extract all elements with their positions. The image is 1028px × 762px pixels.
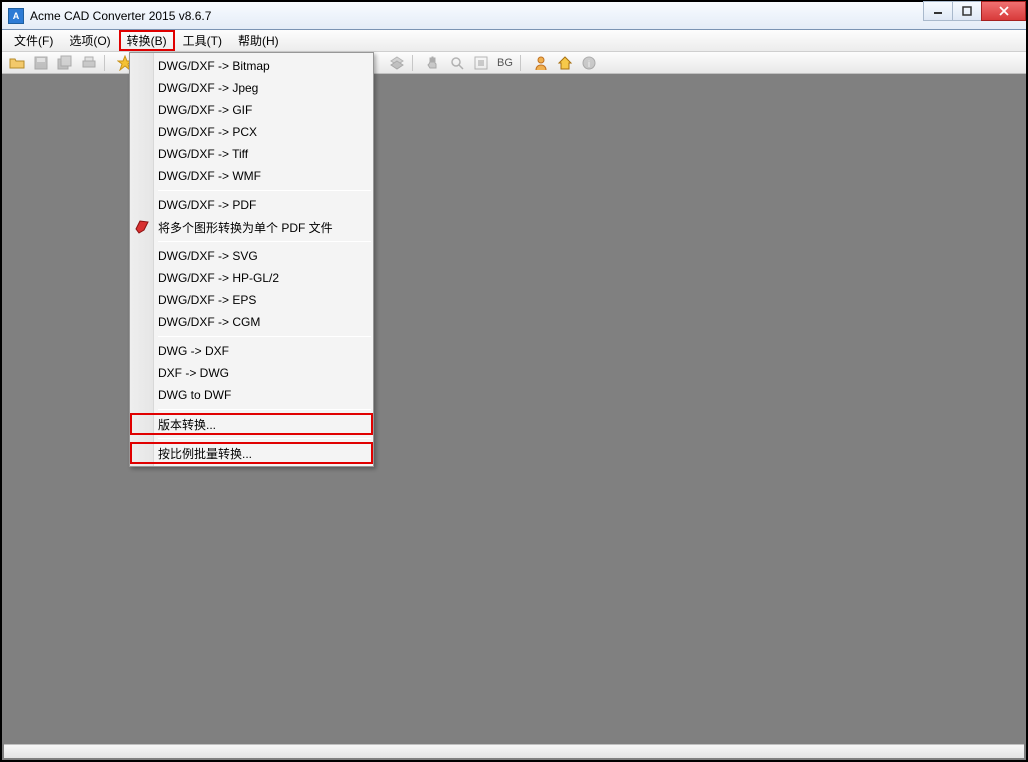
dd-label: DWG/DXF -> CGM xyxy=(158,315,260,329)
app-icon: A xyxy=(8,8,24,24)
dropdown-separator xyxy=(158,438,371,439)
menu-multi-to-single-pdf[interactable]: 将多个图形转换为单个 PDF 文件 xyxy=(130,216,373,238)
info-icon[interactable]: i xyxy=(578,53,600,73)
background-toggle[interactable]: BG xyxy=(494,53,516,73)
print-icon[interactable] xyxy=(78,53,100,73)
dropdown-separator xyxy=(158,336,371,337)
dd-label: 按比例批量转换... xyxy=(158,445,252,462)
layers-icon[interactable] xyxy=(386,53,408,73)
saveall-icon[interactable] xyxy=(54,53,76,73)
menu-help[interactable]: 帮助(H) xyxy=(230,30,287,51)
dd-label: DWG/DXF -> PCX xyxy=(158,125,257,139)
menu-dwgdxf-svg[interactable]: DWG/DXF -> SVG xyxy=(130,245,373,267)
dd-label: 将多个图形转换为单个 PDF 文件 xyxy=(158,219,333,236)
menu-dwg-to-dwf[interactable]: DWG to DWF xyxy=(130,384,373,406)
menu-file-label: 文件(F) xyxy=(14,32,53,49)
pdf-icon xyxy=(134,219,150,235)
toolbar-separator-3 xyxy=(520,55,526,71)
convert-dropdown: DWG/DXF -> Bitmap DWG/DXF -> Jpeg DWG/DX… xyxy=(129,52,374,467)
save-icon[interactable] xyxy=(30,53,52,73)
statusbar xyxy=(4,744,1024,758)
window-title: Acme CAD Converter 2015 v8.6.7 xyxy=(30,9,211,23)
zoom-icon[interactable] xyxy=(446,53,468,73)
user-icon[interactable] xyxy=(530,53,552,73)
titlebar: A Acme CAD Converter 2015 v8.6.7 xyxy=(2,2,1026,30)
dd-label: DWG -> DXF xyxy=(158,344,229,358)
menu-tools[interactable]: 工具(T) xyxy=(175,30,230,51)
menu-version-convert[interactable]: 版本转换... xyxy=(130,413,373,435)
menu-dwgdxf-eps[interactable]: DWG/DXF -> EPS xyxy=(130,289,373,311)
toolbar-separator-2 xyxy=(412,55,418,71)
dd-label: DWG to DWF xyxy=(158,388,231,402)
menu-dwgdxf-jpeg[interactable]: DWG/DXF -> Jpeg xyxy=(130,77,373,99)
dd-label: DWG/DXF -> GIF xyxy=(158,103,252,117)
menu-dwgdxf-bitmap[interactable]: DWG/DXF -> Bitmap xyxy=(130,55,373,77)
menu-convert[interactable]: 转换(B) xyxy=(119,30,175,51)
window-controls xyxy=(924,1,1026,21)
dd-label: DWG/DXF -> PDF xyxy=(158,198,256,212)
menu-dwgdxf-hpgl2[interactable]: DWG/DXF -> HP-GL/2 xyxy=(130,267,373,289)
menu-dwgdxf-wmf[interactable]: DWG/DXF -> WMF xyxy=(130,165,373,187)
dd-label: 版本转换... xyxy=(158,416,216,433)
svg-text:i: i xyxy=(588,59,590,69)
menu-convert-label: 转换(B) xyxy=(127,32,167,49)
menu-help-label: 帮助(H) xyxy=(238,32,279,49)
dd-label: DWG/DXF -> Tiff xyxy=(158,147,248,161)
fit-icon[interactable] xyxy=(470,53,492,73)
menu-dwgdxf-cgm[interactable]: DWG/DXF -> CGM xyxy=(130,311,373,333)
menu-options[interactable]: 选项(O) xyxy=(61,30,118,51)
menu-dwgdxf-tiff[interactable]: DWG/DXF -> Tiff xyxy=(130,143,373,165)
dd-label: DWG/DXF -> Bitmap xyxy=(158,59,270,73)
dd-label: DWG/DXF -> HP-GL/2 xyxy=(158,271,279,285)
hand-icon[interactable] xyxy=(422,53,444,73)
toolbar-separator-1 xyxy=(104,55,110,71)
close-button[interactable] xyxy=(981,1,1026,21)
menu-dwg-to-dxf[interactable]: DWG -> DXF xyxy=(130,340,373,362)
dropdown-separator xyxy=(158,241,371,242)
menubar: 文件(F) 选项(O) 转换(B) 工具(T) 帮助(H) xyxy=(2,30,1026,52)
menu-batch-scale-convert[interactable]: 按比例批量转换... xyxy=(130,442,373,464)
menu-dwgdxf-pcx[interactable]: DWG/DXF -> PCX xyxy=(130,121,373,143)
dropdown-separator xyxy=(158,409,371,410)
open-icon[interactable] xyxy=(6,53,28,73)
dd-label: DWG/DXF -> Jpeg xyxy=(158,81,258,95)
menu-dxf-to-dwg[interactable]: DXF -> DWG xyxy=(130,362,373,384)
menu-dwgdxf-pdf[interactable]: DWG/DXF -> PDF xyxy=(130,194,373,216)
dropdown-separator xyxy=(158,190,371,191)
menu-options-label: 选项(O) xyxy=(69,32,110,49)
menu-tools-label: 工具(T) xyxy=(183,32,222,49)
menu-dwgdxf-gif[interactable]: DWG/DXF -> GIF xyxy=(130,99,373,121)
maximize-button[interactable] xyxy=(952,1,982,21)
minimize-button[interactable] xyxy=(923,1,953,21)
menu-file[interactable]: 文件(F) xyxy=(6,30,61,51)
dd-label: DXF -> DWG xyxy=(158,366,229,380)
dd-label: DWG/DXF -> EPS xyxy=(158,293,256,307)
home-icon[interactable] xyxy=(554,53,576,73)
dd-label: DWG/DXF -> WMF xyxy=(158,169,261,183)
dd-label: DWG/DXF -> SVG xyxy=(158,249,258,263)
bg-label: BG xyxy=(497,57,513,69)
